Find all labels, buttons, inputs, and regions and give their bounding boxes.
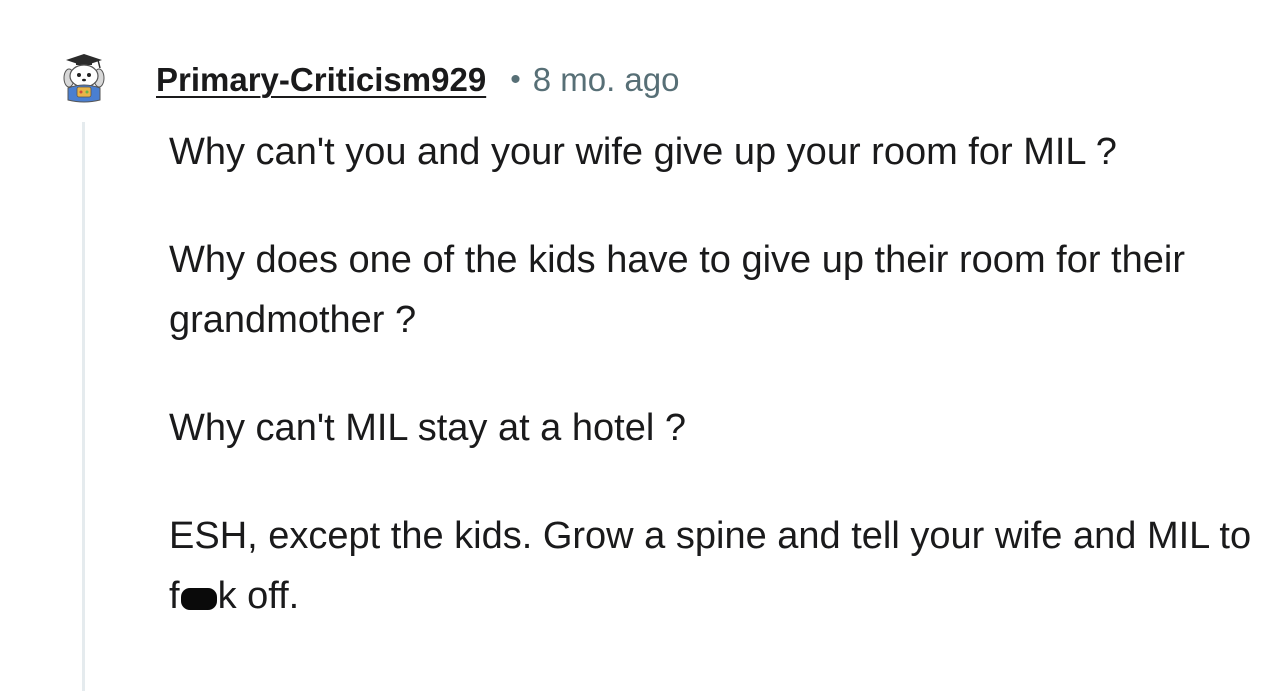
comment-paragraph: Why does one of the kids have to give up… <box>169 239 1185 341</box>
comment-timestamp[interactable]: 8 mo. ago <box>533 61 680 99</box>
user-avatar[interactable] <box>58 52 110 104</box>
comment-text: ESH, except the kids. Grow a spine and t… <box>169 515 1252 617</box>
comment-paragraph: ESH, except the kids. Grow a spine and t… <box>169 506 1259 626</box>
comment-header: Primary-Criticism929 • 8 mo. ago <box>156 58 679 102</box>
comment-paragraph: Why can't MIL stay at a hotel ? <box>169 407 686 449</box>
separator-dot: • <box>510 63 521 96</box>
comment-body: Why can't you and your wife give up your… <box>169 122 1259 674</box>
snoo-avatar-icon <box>63 54 105 103</box>
comment-text: k off. <box>217 575 300 617</box>
username-link[interactable]: Primary-Criticism929 <box>156 61 486 99</box>
censor-mark <box>180 588 217 610</box>
thread-collapse-line[interactable] <box>82 122 85 691</box>
comment-paragraph: Why can't you and your wife give up your… <box>169 131 1117 173</box>
